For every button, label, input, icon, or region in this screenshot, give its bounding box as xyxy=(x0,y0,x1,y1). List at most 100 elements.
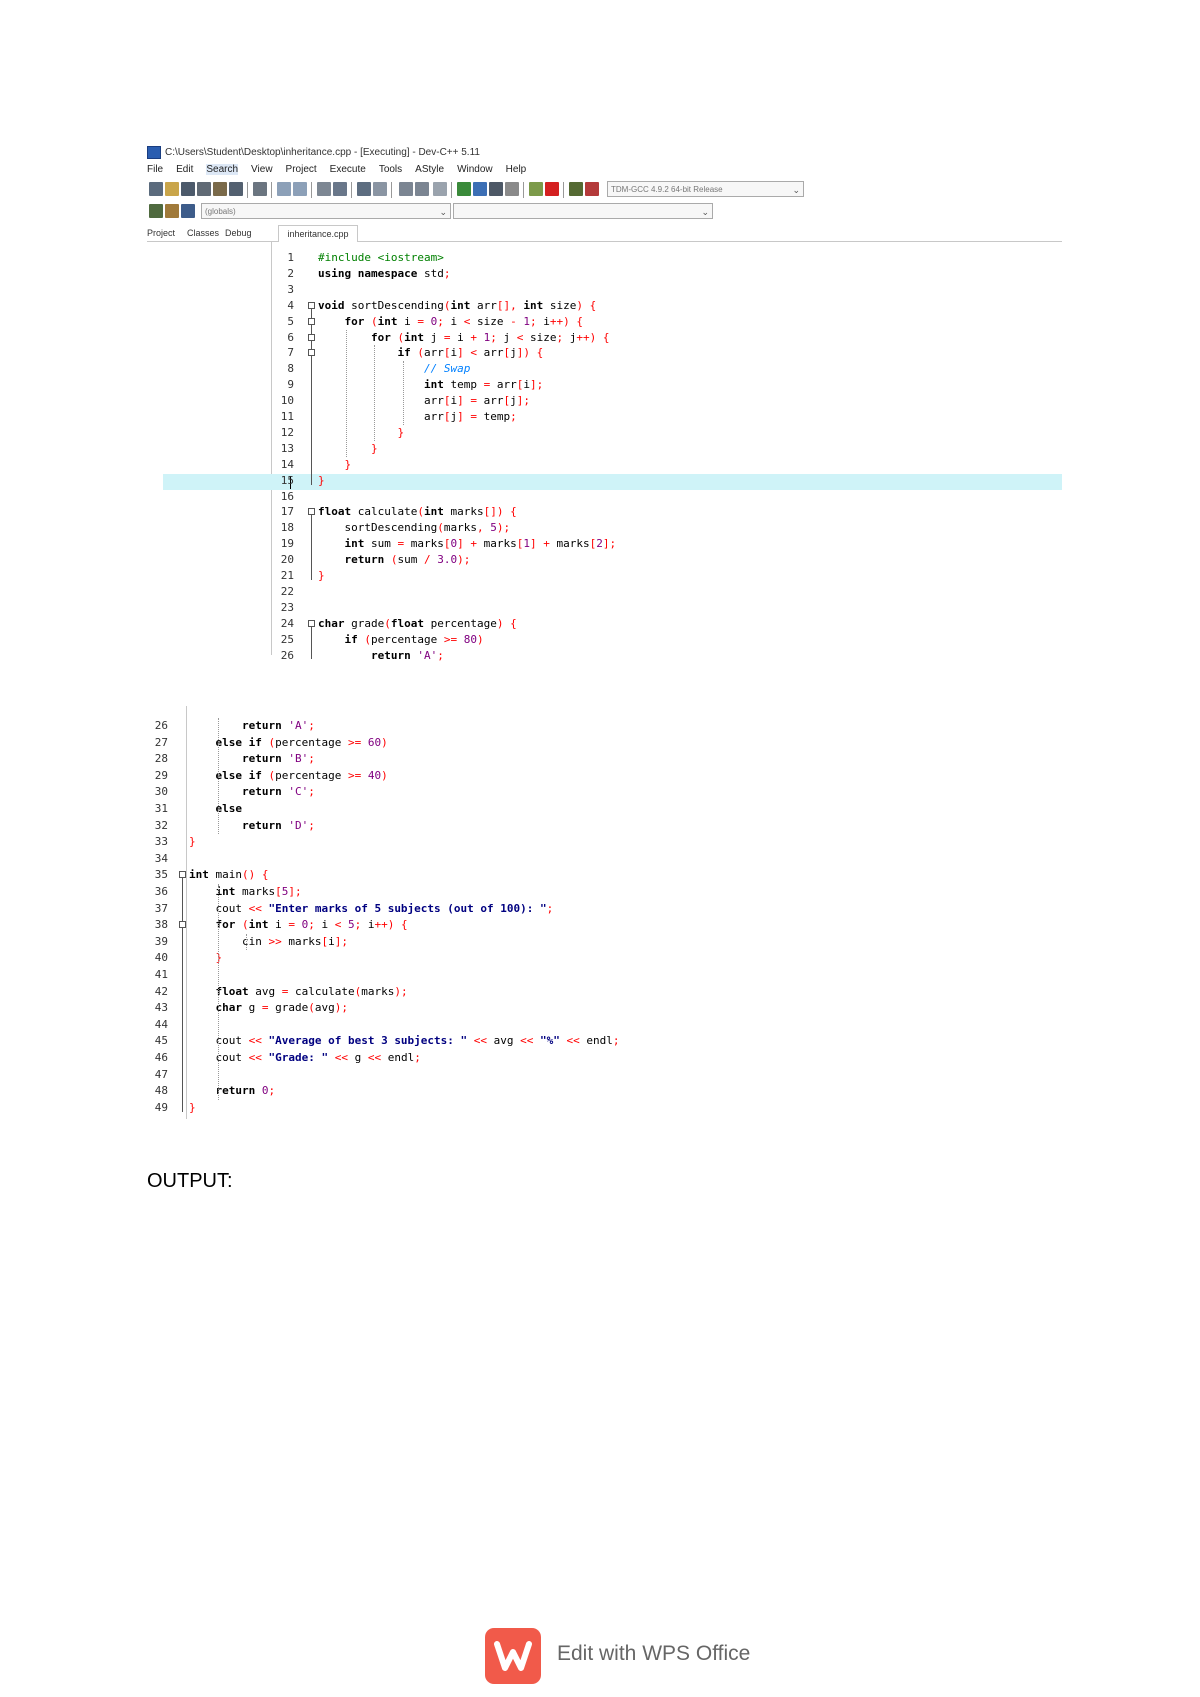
line-number: 13 xyxy=(280,441,294,455)
chevron-down-icon: ⌄ xyxy=(439,207,447,217)
fold-toggle-icon[interactable] xyxy=(308,333,315,341)
fold-line xyxy=(311,515,312,580)
fold-toggle-icon[interactable] xyxy=(179,871,186,879)
code-line: cin >> marks[i]; xyxy=(189,934,348,948)
toolbar-separator xyxy=(563,182,564,198)
code-line: for (int i = 0; i < 5; i++) { xyxy=(215,918,408,932)
toolbar-separator xyxy=(271,182,272,198)
line-number: 43 xyxy=(154,1001,168,1015)
code-line: else xyxy=(215,802,243,815)
redo-icon[interactable] xyxy=(293,182,307,196)
rebuild-icon[interactable] xyxy=(505,182,519,196)
print-icon[interactable] xyxy=(253,182,267,196)
fold-toggle-icon[interactable] xyxy=(308,619,315,627)
globals-select[interactable]: (globals) ⌄ xyxy=(201,203,451,219)
line-number: 45 xyxy=(154,1034,168,1048)
code-line: for (int i = 0; i < size - 1; i++) { xyxy=(344,314,584,328)
indent-icon[interactable] xyxy=(399,182,413,196)
replace-icon[interactable] xyxy=(333,182,347,196)
close-file-icon[interactable] xyxy=(213,182,227,196)
run-icon[interactable] xyxy=(473,182,487,196)
line-number: 12 xyxy=(280,425,294,439)
fold-toggle-icon[interactable] xyxy=(308,508,315,516)
wps-footer-text: Edit with WPS Office xyxy=(557,1642,751,1665)
compiler-select[interactable]: TDM-GCC 4.9.2 64-bit Release ⌄ xyxy=(607,181,804,197)
tab-classes[interactable]: Classes xyxy=(187,228,219,238)
fold-toggle-icon[interactable] xyxy=(308,349,315,357)
compile-run-icon[interactable] xyxy=(489,182,503,196)
indent-guide xyxy=(246,933,247,951)
toolbar-separator xyxy=(351,182,352,198)
line-number: 10 xyxy=(280,394,294,408)
line-number: 41 xyxy=(154,968,168,981)
new-file-icon[interactable] xyxy=(149,182,163,196)
line-number: 48 xyxy=(154,1084,168,1098)
line-number: 24 xyxy=(280,616,294,630)
goto-line-icon[interactable] xyxy=(357,182,371,196)
menu-item-project[interactable]: Project xyxy=(286,164,317,175)
debug-icon[interactable] xyxy=(529,182,543,196)
open-file-icon[interactable] xyxy=(165,182,179,196)
open-project-icon[interactable] xyxy=(165,204,179,218)
menu-item-help[interactable]: Help xyxy=(506,164,527,175)
code-line: } xyxy=(189,835,196,849)
save-all-icon[interactable] xyxy=(197,182,211,196)
toggle-comment-icon[interactable] xyxy=(433,182,447,196)
output-heading: OUTPUT: xyxy=(147,1170,233,1192)
line-number: 19 xyxy=(280,537,294,551)
gutter-divider xyxy=(186,706,187,1119)
menu-item-tools[interactable]: Tools xyxy=(379,164,402,175)
undo-icon[interactable] xyxy=(277,182,291,196)
line-number: 44 xyxy=(154,1017,168,1031)
menu-item-search[interactable]: Search xyxy=(206,164,239,175)
code-line: arr[i] = arr[j]; xyxy=(318,394,530,408)
menu-item-window[interactable]: Window xyxy=(457,164,493,175)
line-number: 9 xyxy=(287,378,294,392)
line-number: 29 xyxy=(154,768,168,782)
stop-execution-icon[interactable] xyxy=(545,182,559,196)
line-number: 46 xyxy=(154,1051,168,1064)
line-number: 27 xyxy=(154,735,168,749)
tab-debug[interactable]: Debug xyxy=(225,228,252,238)
delete-profile-icon[interactable] xyxy=(585,182,599,196)
menu-item-view[interactable]: View xyxy=(251,164,273,175)
save-icon[interactable] xyxy=(181,182,195,196)
menu-item-edit[interactable]: Edit xyxy=(176,164,193,175)
menu-item-file[interactable]: File xyxy=(147,164,163,175)
code-line: if (arr[i] < arr[j]) { xyxy=(397,346,544,360)
line-number: 25 xyxy=(280,632,294,646)
toolbar-separator xyxy=(311,182,312,198)
line-number: 36 xyxy=(154,885,168,898)
menu-item-execute[interactable]: Execute xyxy=(330,164,366,175)
tab-project[interactable]: Project xyxy=(147,228,175,238)
line-number: 31 xyxy=(154,802,168,815)
find-icon[interactable] xyxy=(317,182,331,196)
line-number: 28 xyxy=(154,752,168,766)
fold-toggle-icon[interactable] xyxy=(179,921,186,929)
new-project-icon[interactable] xyxy=(149,204,163,218)
line-number: 35 xyxy=(154,868,168,882)
class-browser-icon[interactable] xyxy=(181,204,195,218)
members-select[interactable]: ⌄ xyxy=(453,203,713,219)
compile-icon[interactable] xyxy=(457,182,471,196)
code-line: return 0; xyxy=(215,1084,276,1098)
fold-toggle-icon[interactable] xyxy=(308,317,315,325)
line-number: 21 xyxy=(280,569,294,582)
editor-file-tab[interactable]: inheritance.cpp xyxy=(278,225,358,242)
bookmark-icon[interactable] xyxy=(373,182,387,196)
line-number: 4 xyxy=(287,298,294,312)
line-number: 6 xyxy=(287,330,294,344)
fold-line xyxy=(182,878,183,1112)
code-line: } xyxy=(189,1100,196,1114)
profile-icon[interactable] xyxy=(569,182,583,196)
current-line-highlight xyxy=(163,474,1062,490)
code-line: float calculate(int marks[]) { xyxy=(318,505,517,519)
menu-item-astyle[interactable]: AStyle xyxy=(415,164,444,175)
line-number: 18 xyxy=(280,521,294,535)
close-all-icon[interactable] xyxy=(229,182,243,196)
code-line: return 'A'; xyxy=(241,719,315,732)
code-line: int main() { xyxy=(189,868,269,882)
unindent-icon[interactable] xyxy=(415,182,429,196)
code-line: if (percentage >= 80) xyxy=(344,632,484,646)
fold-toggle-icon[interactable] xyxy=(308,301,315,309)
